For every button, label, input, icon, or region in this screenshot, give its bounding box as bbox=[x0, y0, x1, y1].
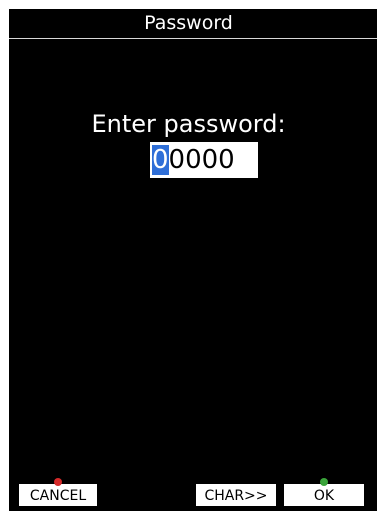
screen: Password Enter password: 00000 bbox=[9, 9, 377, 511]
password-remaining-chars: 0000 bbox=[168, 145, 235, 175]
char-next-button[interactable]: CHAR>> bbox=[196, 484, 276, 506]
password-prompt-label: Enter password: bbox=[91, 110, 286, 138]
cancel-button-label: CANCEL bbox=[29, 488, 87, 504]
ok-indicator-icon bbox=[320, 478, 328, 486]
cancel-indicator-icon bbox=[54, 478, 62, 486]
cancel-button[interactable]: CANCEL bbox=[19, 478, 97, 506]
ok-button-label: OK bbox=[313, 488, 335, 504]
ok-button[interactable]: OK bbox=[284, 478, 364, 506]
char-next-button-label: CHAR>> bbox=[204, 488, 268, 504]
password-cursor-char: 0 bbox=[152, 145, 169, 175]
title-bar: Password bbox=[9, 9, 377, 39]
page-title: Password bbox=[144, 12, 233, 34]
password-input[interactable]: 00000 bbox=[150, 142, 258, 178]
